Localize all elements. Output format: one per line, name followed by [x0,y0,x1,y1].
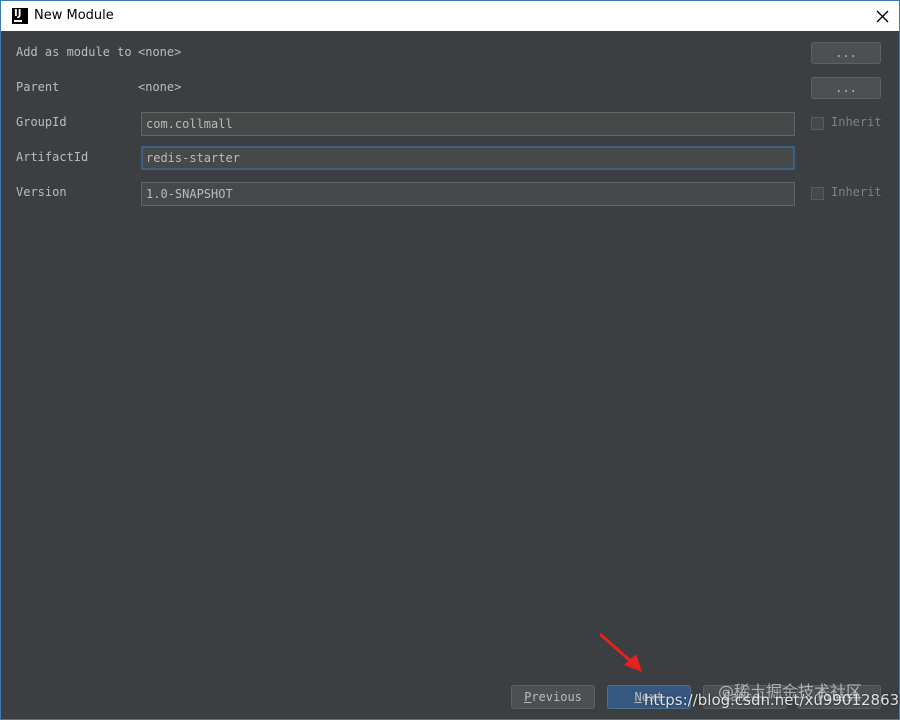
parent-browse-button[interactable]: ... [811,77,881,99]
artifact-id-field[interactable]: redis-starter [141,146,795,170]
red-arrow-icon [599,633,642,672]
parent-label: Parent [16,80,60,94]
close-icon [876,10,888,22]
parent-value: <none> [138,80,182,94]
intellij-idea-icon: IJ [12,8,28,24]
version-inherit-checkbox[interactable] [811,187,824,200]
close-button[interactable] [867,3,897,29]
group-id-inherit-label[interactable]: Inherit [831,115,882,129]
next-mnemonic: N [634,690,642,704]
version-field[interactable]: 1.0-SNAPSHOT [141,182,795,206]
version-label: Version [16,185,67,199]
previous-label: revious [531,690,582,704]
add-as-module-label: Add as module to [16,45,132,59]
add-as-module-browse-button[interactable]: ... [811,42,881,64]
group-id-inherit-checkbox[interactable] [811,117,824,130]
dialog-title: New Module [34,8,114,23]
add-as-module-value: <none> [138,45,182,59]
artifact-id-label: ArtifactId [16,150,89,164]
title-bar: IJ New Module [1,1,899,31]
group-id-field[interactable]: com.collmall [141,112,795,136]
previous-button[interactable]: Previous [511,685,595,709]
group-id-label: GroupId [16,115,67,129]
watermark-csdn-url: https://blog.csdn.net/xu990128638 [644,691,900,709]
new-module-dialog: IJ New Module [0,0,900,720]
version-inherit-label[interactable]: Inherit [831,185,882,199]
